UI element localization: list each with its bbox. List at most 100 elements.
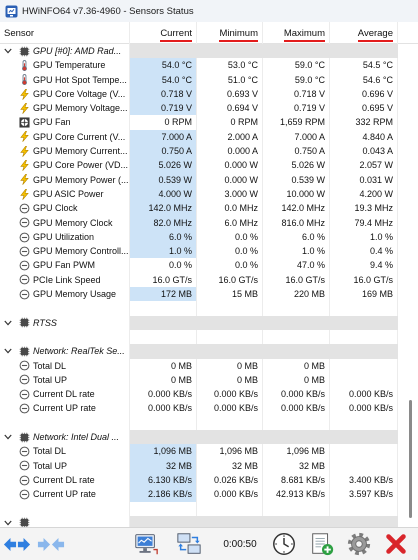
section-label-cell: Network: Intel Dual ... [0,430,130,445]
maximum-value: 59.0 °C [263,72,330,87]
sensor-row[interactable]: GPU ASIC Power 4.000 W 3.000 W 10.000 W 4.20… [0,186,418,202]
section-row[interactable]: Network: RealTek Se... [0,344,418,359]
maximum-value: 6.0 % [263,229,330,245]
sensor-row[interactable]: GPU Fan PWM 0.0 % 0.0 % 47.0 % 9.4 % [0,258,418,273]
minimum-value: 0.693 V [197,86,263,102]
network-monitor-button[interactable] [130,530,162,558]
sensor-label-cell: GPU ASIC Power [0,186,130,202]
average-value [330,372,398,388]
minimum-value: 3.000 W [197,186,263,202]
collapse-chevron-icon[interactable] [4,348,12,354]
sensor-row[interactable]: Current DL rate 6.130 KB/s 0.026 KB/s 8.681… [0,472,418,488]
section-row[interactable] [0,515,418,527]
sensor-row[interactable]: GPU Clock 142.0 MHz 0.0 MHz 142.0 MHz 19.3 M… [0,201,418,216]
sensor-name: Current UP rate [33,489,96,500]
reset-timer-button[interactable] [268,530,300,558]
current-value: 7.000 A [130,129,197,145]
section-band [130,344,398,359]
sensor-list[interactable]: GPU [#0]: AMD Rad... GPU Temperature 54.0 … [0,44,418,527]
minimum-value: 32 MB [197,458,263,473]
sensor-row[interactable]: GPU Core Power (VD... 5.026 W 0.000 W 5.026… [0,158,418,173]
expand-arrows-button[interactable] [2,530,32,558]
sensor-row[interactable]: Current DL rate 0.000 KB/s 0.000 KB/s 0.000… [0,387,418,402]
empty-cell [330,301,398,316]
close-button[interactable] [380,530,412,558]
remote-computers-button[interactable] [173,530,205,558]
empty-cell [130,415,197,431]
sensor-row[interactable]: GPU Temperature 54.0 °C 53.0 °C 59.0 °C 54.5… [0,58,418,73]
minimum-value: 0 MB [197,358,263,373]
clock-icon [271,531,297,557]
sensor-row[interactable]: Total DL 0 MB 0 MB 0 MB [0,358,418,373]
lightning-icon [19,88,30,100]
empty-cell [263,501,330,516]
settings-button[interactable] [343,530,375,558]
sensor-circle-icon [19,475,30,486]
sensor-row[interactable]: GPU Hot Spot Tempe... 54.0 °C 51.0 °C 59.0 … [0,72,418,87]
sensor-row[interactable]: PCIe Link Speed 16.0 GT/s 16.0 GT/s 16.0 GT… [0,272,418,288]
sensor-row[interactable]: GPU Memory Voltage... 0.719 V 0.694 V 0.719… [0,101,418,116]
sensor-label-cell: GPU Memory Current... [0,144,130,159]
section-band [130,430,398,445]
scrollbar-thumb[interactable] [409,400,412,518]
column-header-average[interactable]: Average [330,22,398,44]
sensor-label-cell: GPU Memory Controll... [0,244,130,259]
sensor-row[interactable]: GPU Memory Power (... 0.539 W 0.000 W 0.539… [0,172,418,187]
sensor-row[interactable]: Total UP 0 MB 0 MB 0 MB [0,372,418,388]
sensor-row[interactable]: Current UP rate 0.000 KB/s 0.000 KB/s 0.000… [0,401,418,416]
title-bar[interactable]: HWiNFO64 v7.36-4960 - Sensors Status [0,0,418,22]
empty-cell [197,329,263,345]
sensor-label-cell: Total UP [0,458,130,473]
maximum-value: 10.000 W [263,186,330,202]
section-row[interactable]: GPU [#0]: AMD Rad... [0,44,418,59]
window-title: HWiNFO64 v7.36-4960 - Sensors Status [22,5,194,17]
collapse-arrows-button[interactable] [36,530,66,558]
sensor-label-cell: GPU Fan PWM [0,258,130,273]
section-label-cell: GPU [#0]: AMD Rad... [0,44,130,59]
maximum-value: 42.913 KB/s [263,487,330,502]
sensor-name: GPU Fan PWM [33,260,96,271]
lightning-icon [19,188,30,200]
sensor-name: GPU Core Current (V... [33,131,126,142]
column-header-current[interactable]: Current [130,22,197,44]
collapse-chevron-icon[interactable] [4,320,12,326]
maximum-value: 16.0 GT/s [263,272,330,288]
sensor-label-cell: GPU Hot Spot Tempe... [0,72,130,87]
sensor-name: PCIe Link Speed [33,274,101,285]
sensor-row[interactable]: Current UP rate 2.186 KB/s 0.000 KB/s 42.91… [0,487,418,502]
sensor-row[interactable]: GPU Memory Clock 82.0 MHz 6.0 MHz 816.0 MHz… [0,215,418,230]
minimum-value: 0.000 A [197,144,263,159]
sensor-row[interactable]: GPU Memory Usage 172 MB 15 MB 220 MB 169 MB [0,287,418,302]
current-value: 0.719 V [130,101,197,116]
column-header-sensor-label: Sensor [4,27,35,39]
sensor-row[interactable]: GPU Core Current (V... 7.000 A 2.000 A 7.00… [0,129,418,145]
column-header-minimum[interactable]: Minimum [197,22,263,44]
column-header-maximum[interactable]: Maximum [263,22,330,44]
sensor-circle-icon [19,446,30,457]
arrows-outward-icon [3,535,31,554]
section-row[interactable]: Network: Intel Dual ... [0,430,418,445]
collapse-chevron-icon[interactable] [4,520,12,526]
empty-row [0,329,418,345]
sensor-row[interactable]: GPU Utilization 6.0 % 0.0 % 6.0 % 1.0 % [0,229,418,245]
column-header-sensor[interactable]: Sensor [0,22,130,44]
current-value: 54.0 °C [130,72,197,87]
sensor-name: Total DL [33,446,67,457]
section-label-cell: RTSS [0,315,130,330]
sensor-label-cell: GPU Core Power (VD... [0,158,130,173]
sensor-row[interactable]: GPU Fan 0 RPM 0 RPM 1,659 RPM 332 RPM [0,115,418,130]
maximum-value: 59.0 °C [263,58,330,73]
empty-cell [330,415,398,431]
section-row[interactable]: RTSS [0,315,418,330]
sensor-row[interactable]: GPU Core Voltage (V... 0.718 V 0.693 V 0.71… [0,86,418,102]
sensor-row[interactable]: Total DL 1,096 MB 1,096 MB 1,096 MB [0,444,418,459]
maximum-value: 0.539 W [263,172,330,187]
sensor-row[interactable]: Total UP 32 MB 32 MB 32 MB [0,458,418,473]
add-report-button[interactable] [306,530,338,558]
sensor-row[interactable]: GPU Memory Current... 0.750 A 0.000 A 0.750… [0,144,418,159]
collapse-chevron-icon[interactable] [4,434,12,440]
collapse-chevron-icon[interactable] [4,48,12,54]
section-label-cell: Network: RealTek Se... [0,344,130,359]
current-value: 2.186 KB/s [130,487,197,502]
sensor-row[interactable]: GPU Memory Controll... 1.0 % 0.0 % 1.0 % 0.4… [0,244,418,259]
